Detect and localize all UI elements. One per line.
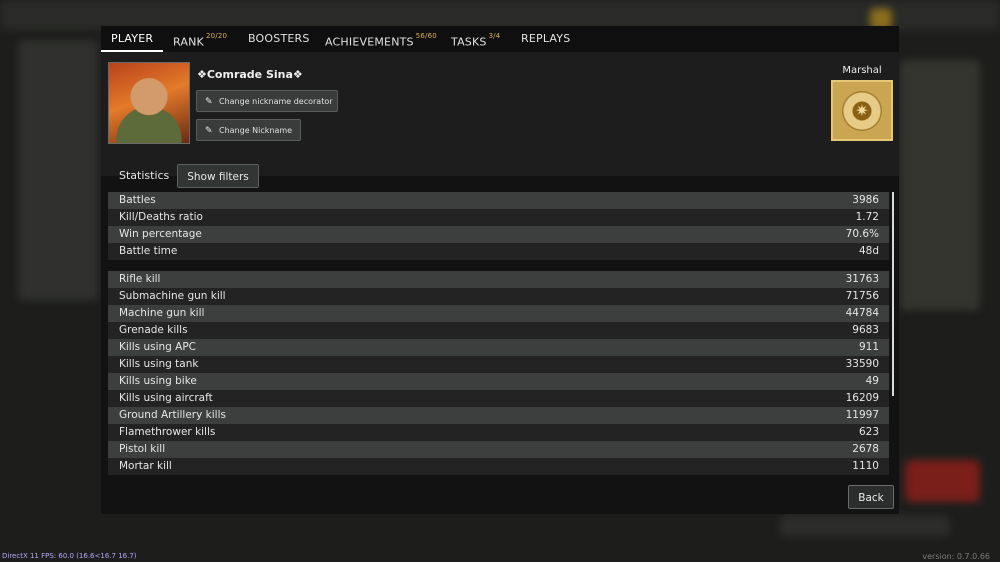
pencil-icon: ✎ [205, 97, 213, 107]
stat-name: Grenade kills [119, 324, 188, 336]
player-nickname: ❖Comrade Sina❖ [197, 68, 303, 81]
stat-value: 1110 [852, 460, 879, 472]
stat-name: Win percentage [119, 228, 202, 240]
tab-label: RANK [173, 35, 204, 49]
stat-row: Grenade kills 9683 [108, 322, 889, 339]
stat-name: Kill/Deaths ratio [119, 211, 203, 223]
stat-name: Submachine gun kill [119, 290, 226, 302]
stat-row: Machine gun kill 44784 [108, 305, 889, 322]
stat-row: Submachine gun kill 71756 [108, 288, 889, 305]
statistics-list: Battles 3986 Kill/Deaths ratio 1.72 Win pe… [108, 192, 889, 475]
stat-value: 16209 [845, 392, 879, 404]
stat-row: Rifle kill 31763 [108, 271, 889, 288]
stat-row: Kill/Deaths ratio 1.72 [108, 209, 889, 226]
player-profile-panel: PLAYER RANK 20/20 BOOSTERS ACHIEVEMENTS 56… [101, 26, 899, 514]
change-nickname-button[interactable]: ✎ Change Nickname [196, 119, 301, 141]
stat-row: Battles 3986 [108, 192, 889, 209]
tab-label: TASKS [451, 35, 487, 49]
tab-badge: 20/20 [205, 32, 228, 40]
player-avatar [108, 62, 190, 144]
stat-value: 70.6% [845, 228, 879, 240]
change-nickname-decorator-button[interactable]: ✎ Change nickname decorator [196, 90, 338, 112]
tab-achievements[interactable]: ACHIEVEMENTS 56/60 [325, 26, 437, 50]
stat-name: Rifle kill [119, 273, 161, 285]
stat-row: Win percentage 70.6% [108, 226, 889, 243]
stat-value: 9683 [852, 324, 879, 336]
tab-boosters[interactable]: BOOSTERS [248, 26, 310, 50]
stat-name: Kills using aircraft [119, 392, 213, 404]
button-label: Change nickname decorator [219, 97, 333, 106]
tab-rank[interactable]: RANK 20/20 [173, 26, 227, 50]
stat-row: Kills using aircraft 16209 [108, 390, 889, 407]
version-label: version: 0.7.0.66 [922, 552, 990, 561]
stat-name: Battles [119, 194, 156, 206]
tab-tasks[interactable]: TASKS 3/4 [451, 26, 500, 50]
stat-name: Machine gun kill [119, 307, 205, 319]
rank-name: Marshal [842, 65, 882, 76]
stat-value: 11997 [845, 409, 879, 421]
tab-label: ACHIEVEMENTS [325, 35, 414, 49]
rank-star-icon: ✷ [842, 90, 882, 131]
background-left-panel [18, 40, 98, 300]
stat-value: 3986 [852, 194, 879, 206]
stat-name: Pistol kill [119, 443, 166, 455]
stat-row: Kills using bike 49 [108, 373, 889, 390]
stat-value: 1.72 [855, 211, 879, 223]
tab-label: PLAYER [111, 32, 154, 45]
stat-value: 49 [865, 375, 879, 387]
marshal-rank-icon: ✷ [831, 80, 893, 141]
background-red-button [905, 460, 980, 502]
stat-value: 31763 [845, 273, 879, 285]
tab-replays[interactable]: REPLAYS [521, 26, 570, 50]
stat-row: Battle time 48d [108, 243, 889, 260]
stat-value: 33590 [845, 358, 879, 370]
stat-row: Ground Artillery kills 11997 [108, 407, 889, 424]
stat-row: Flamethrower kills 623 [108, 424, 889, 441]
fps-counter: DirectX 11 FPS: 60.0 (16.6<16.7 16.7) [2, 552, 137, 560]
button-label: Change Nickname [219, 126, 293, 135]
stat-value: 2678 [852, 443, 879, 455]
stat-row: Pistol kill 2678 [108, 441, 889, 458]
stat-name: Flamethrower kills [119, 426, 216, 438]
back-button[interactable]: Back [848, 485, 894, 509]
background-right-panel [900, 60, 980, 310]
stat-value: 48d [858, 245, 879, 257]
stat-name: Ground Artillery kills [119, 409, 226, 421]
stat-name: Mortar kill [119, 460, 172, 472]
stat-row: Kills using tank 33590 [108, 356, 889, 373]
tab-label: REPLAYS [521, 32, 571, 45]
background-icon-row [780, 515, 950, 537]
stat-name: Battle time [119, 245, 178, 257]
tab-bar: PLAYER RANK 20/20 BOOSTERS ACHIEVEMENTS 56… [101, 26, 899, 52]
stat-name: Kills using tank [119, 358, 199, 370]
stat-value: 71756 [845, 290, 879, 302]
show-filters-button[interactable]: Show filters [177, 164, 259, 188]
stat-value: 911 [858, 341, 879, 353]
stat-value: 623 [858, 426, 879, 438]
stat-row: Mortar kill 1110 [108, 458, 889, 475]
stat-name: Kills using bike [119, 375, 197, 387]
statistics-scrollbar[interactable] [892, 192, 894, 396]
stat-row: Kills using APC 911 [108, 339, 889, 356]
tab-badge: 56/60 [415, 32, 437, 40]
tab-label: BOOSTERS [248, 32, 310, 45]
stat-name: Kills using APC [119, 341, 196, 353]
statistics-label: Statistics [119, 169, 170, 182]
pencil-icon: ✎ [205, 126, 213, 136]
tab-player[interactable]: PLAYER [101, 26, 164, 52]
stat-value: 44784 [845, 307, 879, 319]
tab-badge: 3/4 [488, 32, 501, 40]
